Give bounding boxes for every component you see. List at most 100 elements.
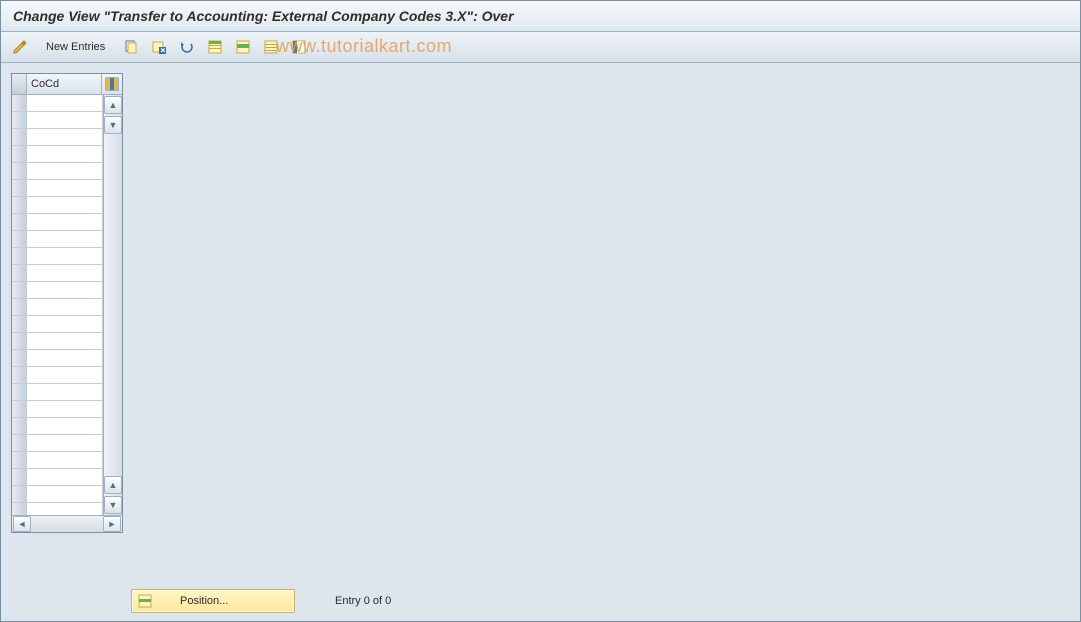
cocd-input[interactable] — [27, 299, 106, 315]
row-selector[interactable] — [12, 350, 27, 367]
undo-change-button[interactable] — [176, 36, 198, 58]
table-corner-cell[interactable] — [12, 74, 27, 94]
row-selector[interactable] — [12, 282, 27, 299]
cocd-cell[interactable] — [27, 95, 103, 112]
cocd-cell[interactable] — [27, 350, 103, 367]
table-settings-button[interactable] — [102, 74, 122, 94]
row-selector[interactable] — [12, 146, 27, 163]
cocd-input[interactable] — [27, 384, 106, 400]
row-selector[interactable] — [12, 452, 27, 469]
deselect-all-button[interactable] — [260, 36, 282, 58]
cocd-input[interactable] — [27, 469, 106, 485]
cocd-cell[interactable] — [27, 231, 103, 248]
print-button[interactable] — [288, 36, 310, 58]
cocd-input[interactable] — [27, 486, 106, 502]
scroll-track[interactable] — [104, 135, 122, 475]
row-selector[interactable] — [12, 486, 27, 503]
row-selector[interactable] — [12, 265, 27, 282]
cocd-cell[interactable] — [27, 282, 103, 299]
cocd-cell[interactable] — [27, 316, 103, 333]
cocd-cell[interactable] — [27, 503, 103, 515]
column-header-cocd[interactable]: CoCd — [27, 74, 102, 94]
copy-as-button[interactable] — [120, 36, 142, 58]
cocd-input[interactable] — [27, 214, 106, 230]
row-selector[interactable] — [12, 469, 27, 486]
cocd-cell[interactable] — [27, 112, 103, 129]
cocd-input[interactable] — [27, 452, 106, 468]
row-selector[interactable] — [12, 316, 27, 333]
cocd-input[interactable] — [27, 163, 106, 179]
cocd-input[interactable] — [27, 316, 106, 332]
cocd-cell[interactable] — [27, 435, 103, 452]
scroll-up-button-bottom[interactable]: ▲ — [104, 476, 122, 494]
row-selector[interactable] — [12, 401, 27, 418]
cocd-cell[interactable] — [27, 248, 103, 265]
horizontal-scrollbar[interactable]: ◄ ► — [12, 515, 122, 532]
vertical-scrollbar[interactable]: ▲ ▼ ▲ ▼ — [103, 95, 122, 515]
pencil-glasses-icon — [12, 39, 28, 55]
row-selector[interactable] — [12, 129, 27, 146]
cocd-input[interactable] — [27, 333, 106, 349]
scroll-down-button[interactable]: ▼ — [104, 496, 122, 514]
row-selector[interactable] — [12, 503, 27, 515]
row-selector[interactable] — [12, 384, 27, 401]
cocd-input[interactable] — [27, 180, 106, 196]
cocd-cell[interactable] — [27, 299, 103, 316]
cocd-cell[interactable] — [27, 163, 103, 180]
scroll-down-button-top[interactable]: ▼ — [104, 116, 122, 134]
table-body: ▲ ▼ ▲ ▼ — [12, 95, 122, 515]
cocd-input[interactable] — [27, 231, 106, 247]
cocd-input[interactable] — [27, 282, 106, 298]
row-selector[interactable] — [12, 112, 27, 129]
cocd-input[interactable] — [27, 350, 106, 366]
cocd-input[interactable] — [27, 112, 106, 128]
cocd-cell[interactable] — [27, 384, 103, 401]
scroll-left-button[interactable]: ◄ — [13, 516, 31, 532]
cocd-cell[interactable] — [27, 265, 103, 282]
scroll-right-button[interactable]: ► — [103, 516, 121, 532]
cocd-input[interactable] — [27, 418, 106, 434]
cocd-cell[interactable] — [27, 469, 103, 486]
row-selector[interactable] — [12, 180, 27, 197]
position-button[interactable]: Position... — [131, 589, 295, 613]
select-block-button[interactable] — [232, 36, 254, 58]
cocd-cell[interactable] — [27, 197, 103, 214]
cocd-cell[interactable] — [27, 214, 103, 231]
row-selector[interactable] — [12, 95, 27, 112]
cocd-input[interactable] — [27, 503, 106, 515]
cocd-cell[interactable] — [27, 486, 103, 503]
cocd-cell[interactable] — [27, 129, 103, 146]
cocd-input[interactable] — [27, 129, 106, 145]
cocd-cell[interactable] — [27, 367, 103, 384]
row-selector[interactable] — [12, 248, 27, 265]
row-selector[interactable] — [12, 163, 27, 180]
new-entries-button[interactable]: New Entries — [37, 35, 114, 59]
cocd-input[interactable] — [27, 197, 106, 213]
row-selector[interactable] — [12, 418, 27, 435]
cocd-input[interactable] — [27, 367, 106, 383]
cocd-input[interactable] — [27, 435, 106, 451]
cocd-input[interactable] — [27, 265, 106, 281]
cocd-input[interactable] — [27, 401, 106, 417]
delete-button[interactable] — [148, 36, 170, 58]
row-selector[interactable] — [12, 367, 27, 384]
row-selector[interactable] — [12, 197, 27, 214]
hscroll-track[interactable] — [32, 517, 102, 531]
scroll-up-button[interactable]: ▲ — [104, 96, 122, 114]
select-all-button[interactable] — [204, 36, 226, 58]
cocd-cell[interactable] — [27, 146, 103, 163]
cocd-cell[interactable] — [27, 180, 103, 197]
cocd-cell[interactable] — [27, 401, 103, 418]
cocd-input[interactable] — [27, 146, 106, 162]
row-selector[interactable] — [12, 214, 27, 231]
row-selector[interactable] — [12, 231, 27, 248]
toggle-display-change-button[interactable] — [9, 36, 31, 58]
row-selector[interactable] — [12, 435, 27, 452]
cocd-input[interactable] — [27, 248, 106, 264]
row-selector[interactable] — [12, 299, 27, 316]
cocd-cell[interactable] — [27, 333, 103, 350]
cocd-cell[interactable] — [27, 418, 103, 435]
row-selector[interactable] — [12, 333, 27, 350]
cocd-input[interactable] — [27, 95, 106, 111]
cocd-cell[interactable] — [27, 452, 103, 469]
